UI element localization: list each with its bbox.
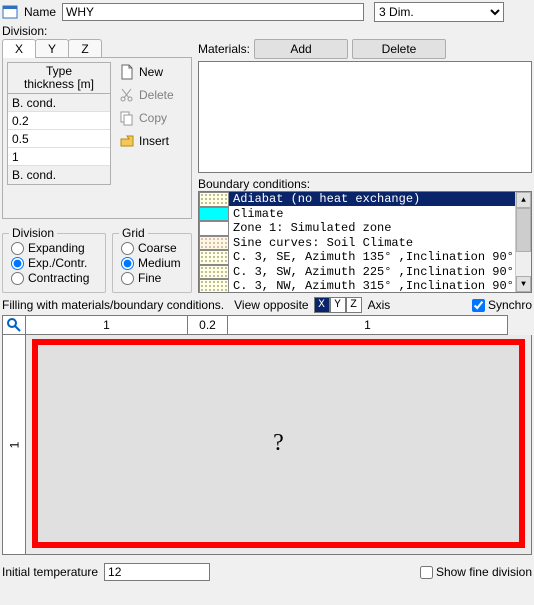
insert-icon <box>119 133 135 149</box>
boundary-item[interactable]: Adiabat (no heat exchange) <box>199 192 531 207</box>
color-swatch <box>199 265 229 280</box>
materials-label: Materials: <box>198 42 250 56</box>
new-icon <box>119 64 135 80</box>
scrollbar[interactable]: ▲ ▼ <box>515 192 531 292</box>
thickness-header: Type thickness [m] <box>8 63 110 94</box>
axis-label: Axis <box>368 298 391 312</box>
tab-x[interactable]: X <box>2 39 36 58</box>
dimension-select[interactable]: 1 Dim.2 Dim.3 Dim. <box>374 2 504 22</box>
delete-button: Delete <box>117 85 185 105</box>
scroll-thumb[interactable] <box>516 208 531 252</box>
division-section-label: Division: <box>2 24 532 38</box>
color-swatch <box>199 236 229 251</box>
name-label: Name <box>24 5 56 19</box>
new-button[interactable]: New <box>117 62 185 82</box>
app-icon <box>2 4 18 20</box>
magnifier-button[interactable] <box>2 315 26 335</box>
materials-add-button[interactable]: Add <box>254 39 348 59</box>
division-contracting[interactable]: Contracting <box>11 271 97 285</box>
drawing-canvas[interactable]: ? <box>26 335 532 555</box>
division-groupbox: Division ExpandingExp./Contr.Contracting <box>2 233 106 293</box>
thickness-row[interactable]: B. cond. <box>8 166 110 184</box>
thickness-row[interactable]: 1 <box>8 148 110 166</box>
scissors-icon <box>119 87 135 103</box>
materials-list[interactable] <box>198 61 532 173</box>
axis-y-button[interactable]: Y <box>330 297 346 313</box>
scroll-down-button[interactable]: ▼ <box>516 276 531 292</box>
grid-groupbox: Grid CoarseMediumFine <box>112 233 192 293</box>
thickness-row[interactable]: 0.2 <box>8 112 110 130</box>
boundary-item[interactable]: Sine curves: Soil Climate <box>199 236 531 251</box>
division-expanding[interactable]: Expanding <box>11 241 97 255</box>
boundary-item[interactable]: C. 3, SW, Azimuth 225° ,Inclination 90° <box>199 265 531 280</box>
element-placeholder[interactable]: ? <box>32 339 525 548</box>
copy-button: Copy <box>117 108 185 128</box>
ruler-cell: 1 <box>228 315 508 335</box>
initial-temp-input[interactable] <box>104 563 210 581</box>
boundary-label: Boundary conditions: <box>198 177 310 191</box>
color-swatch <box>199 221 229 236</box>
materials-delete-button[interactable]: Delete <box>352 39 446 59</box>
boundary-item[interactable]: Zone 1: Simulated zone <box>199 221 531 236</box>
boundary-item[interactable]: C. 3, SE, Azimuth 135° ,Inclination 90° <box>199 250 531 265</box>
synchro-checkbox[interactable]: Synchro <box>472 298 532 312</box>
thickness-table[interactable]: Type thickness [m] B. cond.0.20.51B. con… <box>7 62 111 185</box>
boundary-item[interactable]: C. 3, NW, Azimuth 315° ,Inclination 90° <box>199 279 531 293</box>
grid-fine[interactable]: Fine <box>121 271 183 285</box>
copy-icon <box>119 110 135 126</box>
ruler-cell: 0.2 <box>188 315 228 335</box>
y-ruler: 1 <box>2 335 26 555</box>
tab-y[interactable]: Y <box>35 39 69 58</box>
axis-x-button[interactable]: X <box>314 297 330 313</box>
view-opposite-label: View opposite <box>234 298 309 312</box>
name-input[interactable] <box>62 3 364 21</box>
scroll-up-button[interactable]: ▲ <box>516 192 531 208</box>
color-swatch <box>199 192 229 207</box>
thickness-row[interactable]: 0.5 <box>8 130 110 148</box>
thickness-row[interactable]: B. cond. <box>8 94 110 112</box>
color-swatch <box>199 279 229 293</box>
grid-coarse[interactable]: Coarse <box>121 241 183 255</box>
insert-button[interactable]: Insert <box>117 131 185 151</box>
ruler-cell: 1 <box>26 315 188 335</box>
color-swatch <box>199 250 229 265</box>
axis-z-button[interactable]: Z <box>346 297 362 313</box>
tab-z[interactable]: Z <box>68 39 102 58</box>
boundary-item[interactable]: Climate <box>199 207 531 222</box>
division-exp-contr-[interactable]: Exp./Contr. <box>11 256 97 270</box>
filling-text: Filling with materials/boundary conditio… <box>2 298 224 312</box>
boundary-conditions-list[interactable]: Adiabat (no heat exchange)ClimateZone 1:… <box>198 191 532 293</box>
show-fine-checkbox[interactable]: Show fine division <box>420 565 532 579</box>
color-swatch <box>199 207 229 222</box>
initial-temp-label: Initial temperature <box>2 565 98 579</box>
grid-medium[interactable]: Medium <box>121 256 183 270</box>
